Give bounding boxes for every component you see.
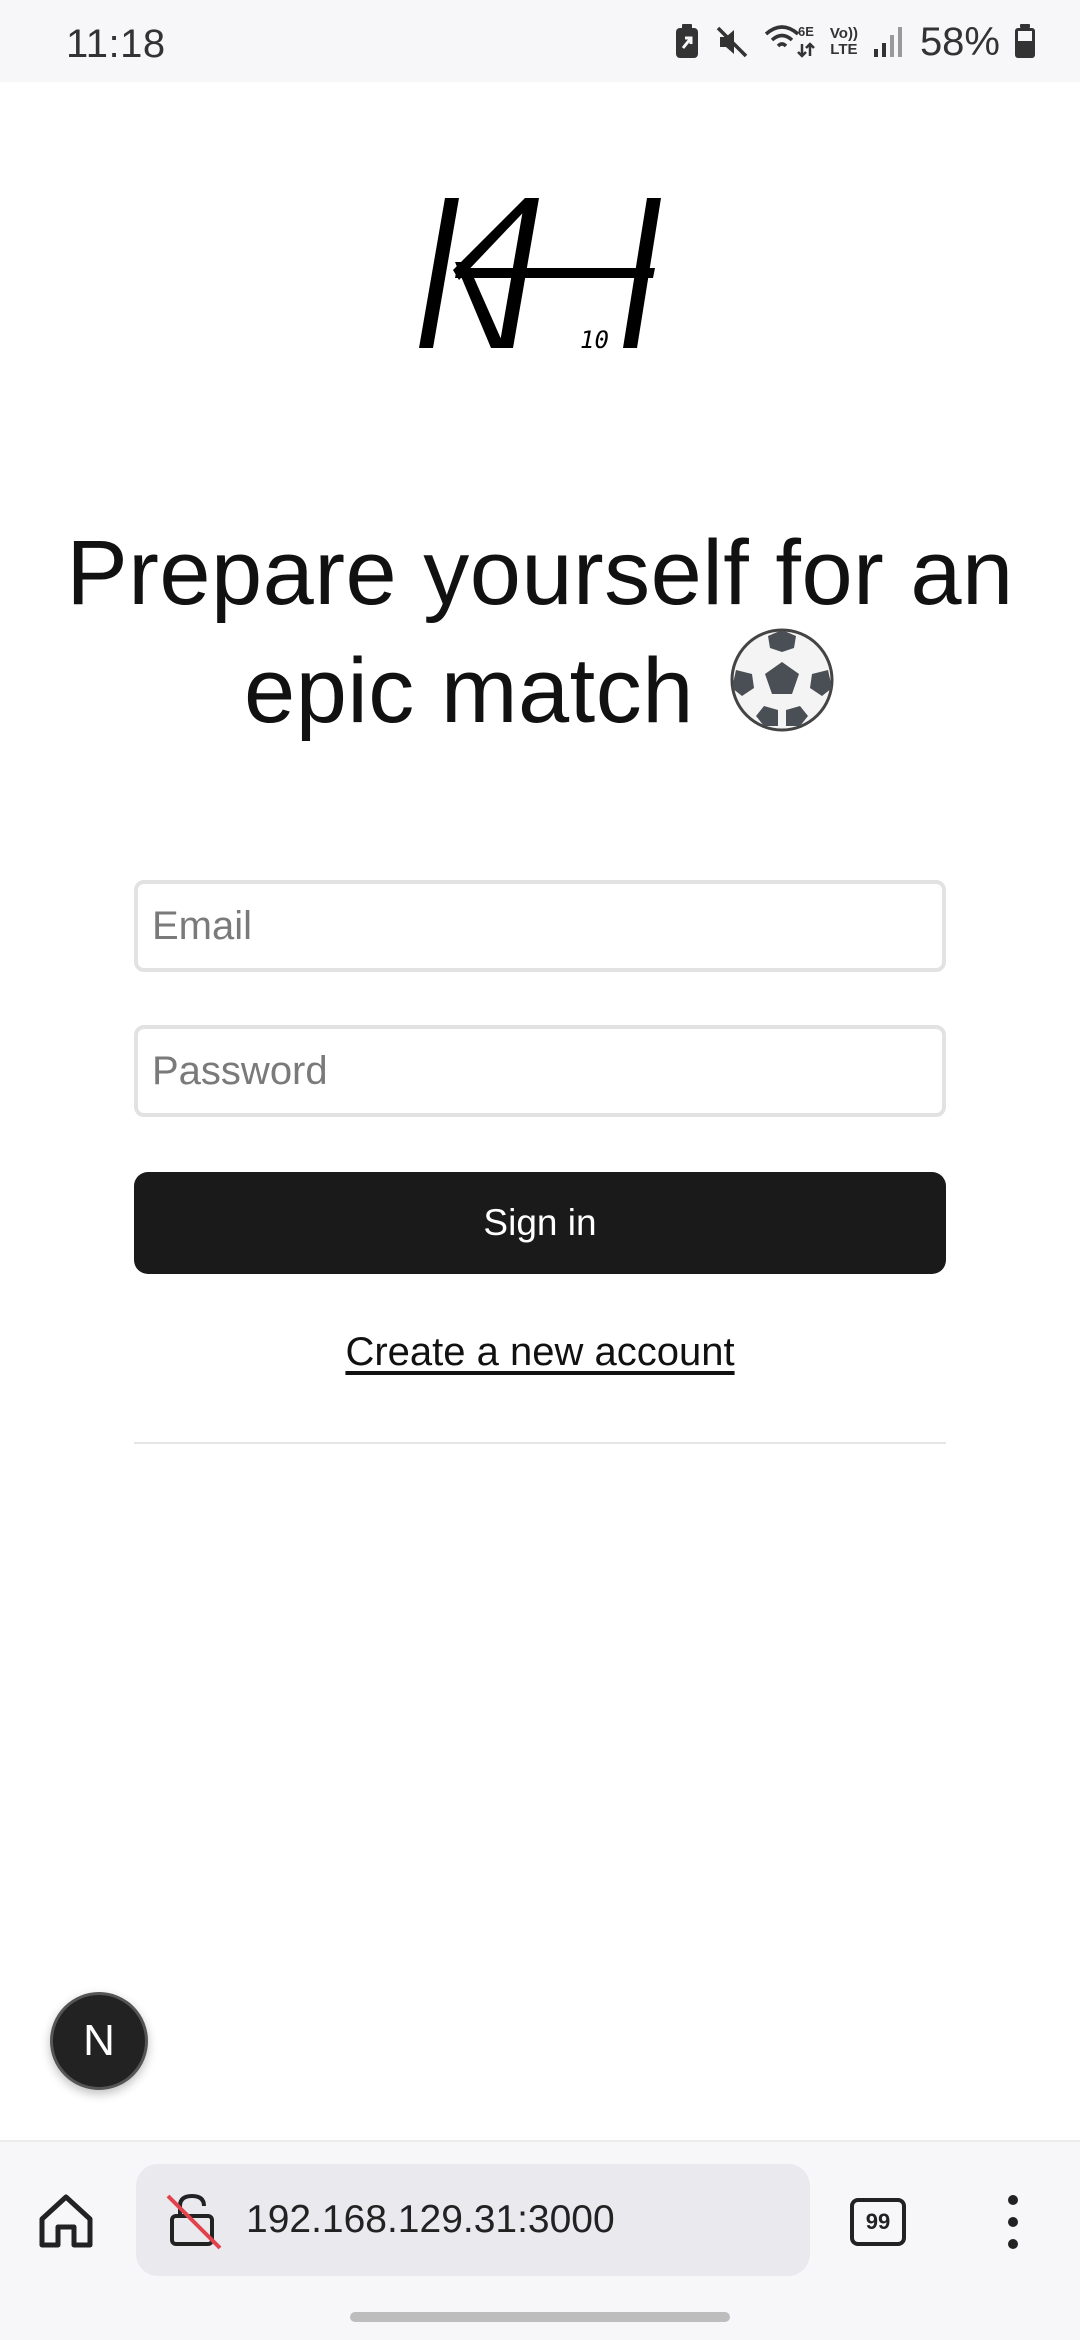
battery-icon <box>1015 24 1035 58</box>
more-options-icon[interactable] <box>1000 2192 1026 2252</box>
gesture-navigation-bar[interactable] <box>350 2312 730 2322</box>
battery-saver-icon <box>675 24 698 58</box>
kh10-logo: 10 <box>419 198 661 354</box>
not-secure-lock-icon[interactable] <box>164 2190 224 2250</box>
battery-percent: 58% <box>919 19 1000 64</box>
sign-in-button[interactable]: Sign in <box>134 1172 946 1274</box>
soccer-ball-icon <box>730 628 834 732</box>
page-headline: Prepare yourself for an epic match <box>40 520 1040 744</box>
nextjs-dev-indicator[interactable]: N <box>50 1992 148 2090</box>
logo-number: 10 <box>580 326 609 354</box>
volte-label-bottom: LTE <box>830 41 858 58</box>
divider <box>134 1442 946 1444</box>
url-text: 192.168.129.31:3000 <box>246 2198 615 2241</box>
wifi-icon: 6E <box>764 24 815 58</box>
volte-indicator: Vo)) LTE <box>830 26 858 58</box>
status-bar: 11:18 6E Vo)) LTE 58% <box>0 0 1080 82</box>
status-icons: 6E Vo)) LTE 58% <box>674 20 1036 64</box>
status-time: 11:18 <box>66 22 166 66</box>
screen: 11:18 6E Vo)) LTE 58% 10 Prepare yoursel… <box>0 0 1080 2340</box>
password-input[interactable] <box>134 1025 946 1117</box>
signal-icon <box>873 27 902 57</box>
browser-toolbar: 192.168.129.31:3000 99 <box>0 2140 1080 2340</box>
tab-count: 99 <box>865 2209 891 2234</box>
create-account-link[interactable]: Create a new account <box>0 1330 1080 1375</box>
wifi-label: 6E <box>798 24 814 39</box>
mute-icon <box>716 26 748 58</box>
headline-text: Prepare yourself for an epic match <box>66 522 1014 742</box>
tabs-count-button[interactable]: 99 <box>850 2198 906 2246</box>
volte-label-top: Vo)) <box>829 25 858 42</box>
email-input[interactable] <box>134 880 946 972</box>
dev-badge-label: N <box>83 2016 115 2065</box>
address-bar[interactable]: 192.168.129.31:3000 <box>136 2164 810 2276</box>
home-icon[interactable] <box>34 2189 98 2253</box>
